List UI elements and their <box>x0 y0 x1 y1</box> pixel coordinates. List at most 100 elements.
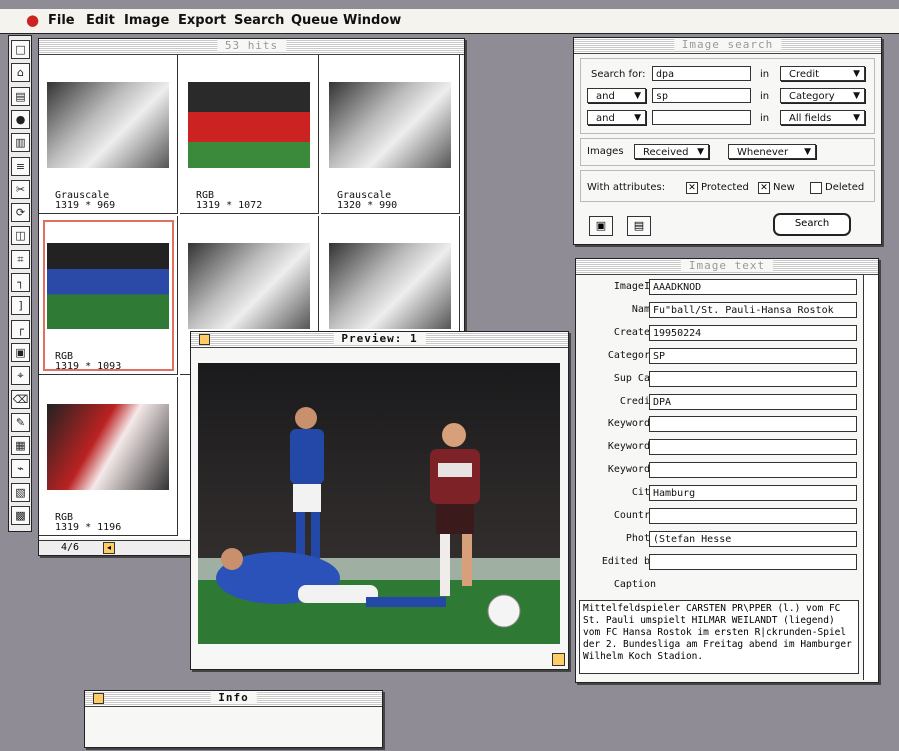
chevron-down-icon: ▼ <box>697 147 704 157</box>
search-value-3[interactable] <box>652 110 751 125</box>
search-field-popup-3[interactable]: All fields ▼ <box>780 110 865 125</box>
menu-edit[interactable]: Edit <box>86 13 115 28</box>
paint-icon[interactable]: ✎ <box>11 412 30 432</box>
thumbnail-image <box>47 82 169 168</box>
hits-titlebar[interactable]: 53 hits <box>39 39 464 55</box>
thumbnail-size: 1319 * 969 <box>55 200 116 211</box>
new-checkbox[interactable]: ✕ <box>758 182 770 194</box>
thumbnail-cell-2[interactable]: RGB 1319 * 1072 <box>180 55 319 214</box>
lock-icon[interactable]: ▣ <box>11 342 30 362</box>
field-created-input[interactable]: 19950224 <box>649 324 857 341</box>
rotate-icon[interactable]: ⟳ <box>11 203 30 223</box>
menu-file[interactable]: File <box>48 13 75 28</box>
field-photo-input[interactable]: (Stefan Hesse <box>649 530 857 547</box>
thumbnail-cell-3[interactable]: Grauscale 1320 * 990 <box>321 55 460 214</box>
bracket-icon[interactable]: ] <box>11 296 30 316</box>
attributes-label: With attributes: <box>587 182 666 193</box>
info-titlebar[interactable]: Info <box>85 691 382 707</box>
protected-checkbox[interactable]: ✕ <box>686 182 698 194</box>
stamp-icon[interactable]: ⌖ <box>11 366 30 386</box>
crop-icon[interactable]: ⌗ <box>11 249 30 269</box>
apple-icon[interactable]: ● <box>26 11 39 29</box>
field-country-input[interactable] <box>649 508 857 524</box>
search-value-2[interactable]: sp <box>652 88 751 103</box>
page-indicator: 4/6 <box>61 542 80 553</box>
chart-icon[interactable]: ⌁ <box>11 459 30 479</box>
thumbnail-cell-1[interactable]: Grauscale 1319 * 969 <box>39 55 178 214</box>
boolean-op-popup-3[interactable]: and ▼ <box>587 110 646 125</box>
close-box-icon[interactable] <box>93 693 104 704</box>
search-value-1[interactable]: dpa <box>652 66 751 81</box>
info-title: Info <box>210 691 257 704</box>
thumbnail-cell-4-selected[interactable]: RGB 1319 * 1093 <box>39 216 178 375</box>
image-text-titlebar[interactable]: Image text <box>576 259 878 275</box>
chevron-down-icon: ▼ <box>804 147 811 157</box>
menu-queue[interactable]: Queue <box>291 13 338 28</box>
images-received-popup[interactable]: Received ▼ <box>634 144 709 159</box>
image-search-title: Image search <box>673 38 782 51</box>
field-name-input[interactable]: Fu"ball/St. Pauli-Hansa Rostok <box>649 301 857 318</box>
open-folder-icon[interactable]: ▤ <box>11 86 30 106</box>
deleted-checkbox[interactable] <box>810 182 822 194</box>
corner-icon[interactable]: ┐ <box>11 273 30 292</box>
page-prev-icon[interactable]: ◂ <box>103 542 115 554</box>
chevron-down-icon: ▼ <box>853 91 860 101</box>
search-field-popup-2[interactable]: Category ▼ <box>780 88 865 103</box>
image-text-scrollbar[interactable] <box>863 275 878 680</box>
image-text-window: Image text ImageID AAADKNOD Name Fu"ball/St… <box>575 258 879 683</box>
image-search-window: Image search Search for: dpa in Credit ▼ … <box>573 37 882 245</box>
open-icon[interactable]: ⌂ <box>11 63 30 83</box>
field-keyword1-input[interactable] <box>649 416 857 433</box>
field-keyword2-input[interactable] <box>649 439 857 456</box>
menu-window[interactable]: Window <box>343 13 401 28</box>
thumbnail-image <box>188 243 310 329</box>
thumbnail-cell-7[interactable]: RGB 1319 * 1196 <box>39 377 178 536</box>
search-field-popup-1[interactable]: Credit ▼ <box>780 66 865 81</box>
record-icon[interactable]: ● <box>11 109 30 129</box>
field-city-input[interactable]: Hamburg <box>649 485 857 502</box>
when-popup[interactable]: Whenever ▼ <box>728 144 816 159</box>
menu-image[interactable]: Image <box>124 13 169 28</box>
images-label: Images <box>587 146 624 157</box>
print-icon[interactable]: ▥ <box>11 133 30 153</box>
chevron-down-icon: ▼ <box>853 69 860 79</box>
field-keyword3-input[interactable] <box>649 462 857 479</box>
image-search-titlebar[interactable]: Image search <box>574 38 881 54</box>
layers-icon[interactable]: ▦ <box>11 436 30 456</box>
grid-icon[interactable]: ▩ <box>11 506 30 525</box>
field-credit-input[interactable]: DPA <box>649 393 857 410</box>
tool-palette: □ ⌂ ▤ ● ▥ ≡ ✂ ⟳ ◫ ⌗ ┐] ┌ ▣ ⌖ ⌫ ✎ ▦ ⌁ ▧ ▩ <box>8 35 32 532</box>
portrait-icon[interactable]: ▣ <box>589 216 613 236</box>
caption-textarea[interactable]: Mittelfeldspieler CARSTEN PR\PPER (l.) v… <box>579 600 859 674</box>
in-label: in <box>760 69 770 80</box>
thumbnail-size: 1320 * 990 <box>337 200 398 211</box>
caption-label: Caption <box>613 579 656 590</box>
preview-titlebar[interactable]: Preview: 1 <box>191 332 568 348</box>
field-sup-cat-input[interactable] <box>649 370 857 387</box>
field-edited-by-input[interactable] <box>649 553 857 570</box>
corner2-icon[interactable]: ┌ <box>11 319 30 339</box>
protected-label: Protected <box>701 182 749 193</box>
trash-icon[interactable]: ⌫ <box>11 389 30 409</box>
boolean-op-popup-2[interactable]: and ▼ <box>587 88 646 103</box>
image-text-title: Image text <box>680 259 774 272</box>
thumbnail-image <box>188 82 310 168</box>
thumbnail-image <box>47 404 169 490</box>
close-box-icon[interactable] <box>199 334 210 345</box>
resize-box-icon[interactable] <box>552 653 565 666</box>
field-category-input[interactable]: SP <box>649 347 857 364</box>
menu-bar: ● File Edit Image Export Search Queue Wi… <box>0 9 899 34</box>
new-icon[interactable]: □ <box>11 40 30 59</box>
chevron-down-icon: ▼ <box>634 113 641 123</box>
image-list-icon[interactable]: ▤ <box>627 216 651 236</box>
field-imageid-input[interactable]: AAADKNOD <box>649 279 857 295</box>
doc-icon[interactable]: ≡ <box>11 156 30 176</box>
search-button[interactable]: Search <box>773 213 851 236</box>
thumbnail-size: 1319 * 1196 <box>55 522 122 533</box>
info-window: Info <box>84 690 383 748</box>
menu-search[interactable]: Search <box>234 13 284 28</box>
cut-icon[interactable]: ✂ <box>11 179 30 199</box>
export-icon[interactable]: ▧ <box>11 482 30 502</box>
camera-icon[interactable]: ◫ <box>11 226 30 246</box>
menu-export[interactable]: Export <box>178 13 226 28</box>
